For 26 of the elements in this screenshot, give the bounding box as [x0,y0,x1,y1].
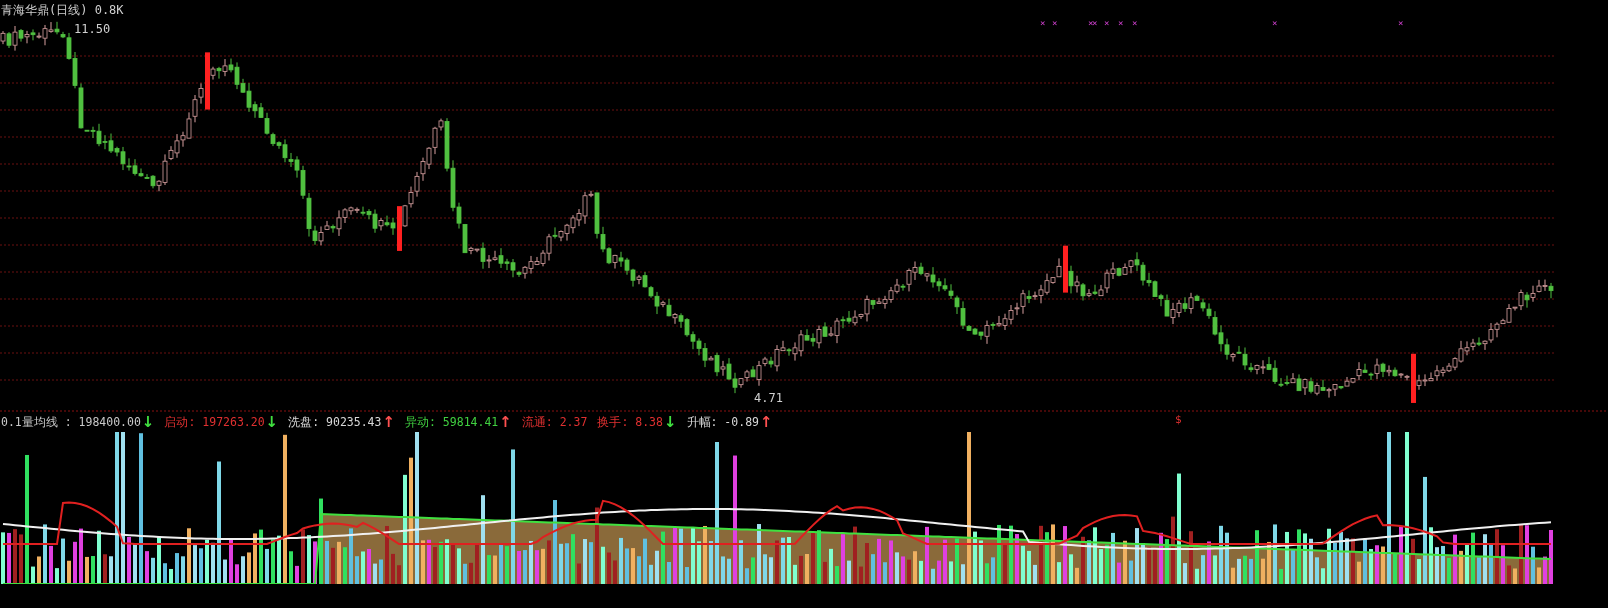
indicator-label: 0.1量均线 : 198400.00 [1,414,141,430]
indicator-label: 换手: 8.38 [597,414,663,430]
trend-arrow: ↑ [382,415,395,429]
cross-mark: × [1092,18,1098,28]
trend-arrow: ↓ [663,415,677,429]
trend-arrow: ↑ [760,415,773,429]
low-price-label: 4.71 [754,391,783,405]
indicator-label: 启动: 197263.20 [164,414,265,430]
trend-arrow: ↑ [499,415,512,429]
indicator-label: 洗盘: 90235.43 [288,414,382,430]
cross-mark: × [1088,18,1094,28]
trend-arrow: ↓ [141,415,155,429]
cross-mark: × [1052,18,1058,28]
cross-mark: × [1398,18,1404,28]
trend-arrow: ↓ [265,415,279,429]
signal-mark: $ [1175,413,1182,426]
indicator-label: 流通: 2.37 [521,414,588,430]
cross-mark: × [1272,18,1278,28]
indicator-label: 异动: 59814.41 [405,414,499,430]
cross-mark: × [1040,18,1046,28]
indicator-label: 升幅: -0.89 [686,414,759,430]
chart-title: 青海华鼎(日线) 0.8K [1,2,124,19]
cross-mark: × [1104,18,1110,28]
high-price-label: 11.50 [74,22,111,36]
cross-mark: × [1132,18,1138,28]
cross-mark: × [1118,18,1124,28]
